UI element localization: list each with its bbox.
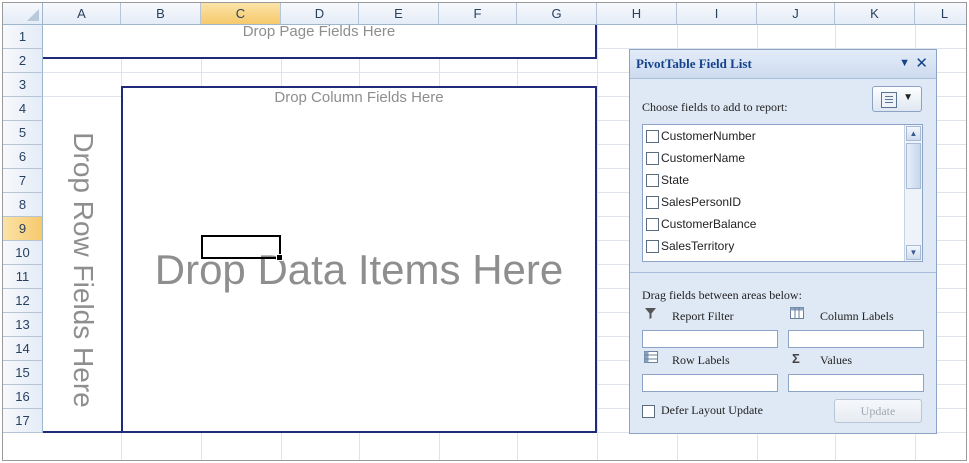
scroll-down-icon[interactable]: ▼ bbox=[906, 245, 921, 260]
drag-fields-label: Drag fields between areas below: bbox=[642, 288, 802, 302]
choose-fields-label: Choose fields to add to report: bbox=[642, 100, 788, 114]
gridline bbox=[597, 25, 598, 460]
column-header-j[interactable]: J bbox=[757, 3, 835, 25]
active-cell-c9[interactable] bbox=[201, 235, 283, 261]
spreadsheet-window: A B C D E F G H I J K L 1 2 3 4 5 6 7 8 … bbox=[2, 2, 967, 461]
field-item-state[interactable]: State bbox=[646, 171, 689, 191]
scroll-thumb[interactable] bbox=[906, 143, 921, 189]
field-label: CustomerNumber bbox=[661, 129, 756, 143]
row-header-8[interactable]: 8 bbox=[3, 193, 43, 217]
column-header-b[interactable]: B bbox=[121, 3, 201, 25]
sigma-icon: Σ bbox=[792, 351, 800, 366]
drop-data-items-zone[interactable]: Drop Data Items Here bbox=[121, 108, 597, 433]
row-header-12[interactable]: 12 bbox=[3, 289, 43, 313]
pivottable-field-list-panel: PivotTable Field List ▼ ✕ Choose fields … bbox=[629, 49, 937, 434]
column-labels-icon bbox=[790, 307, 804, 322]
row-labels-area[interactable] bbox=[642, 374, 778, 392]
column-labels-area[interactable] bbox=[788, 330, 924, 348]
row-header-11[interactable]: 11 bbox=[3, 265, 43, 289]
row-header-5[interactable]: 5 bbox=[3, 121, 43, 145]
drop-data-items-text: Drop Data Items Here bbox=[154, 246, 564, 293]
column-header-k[interactable]: K bbox=[835, 3, 915, 25]
drop-page-fields-text: Drop Page Fields Here bbox=[242, 23, 396, 40]
select-all-corner[interactable] bbox=[3, 3, 43, 25]
column-header-f[interactable]: F bbox=[439, 3, 517, 25]
column-labels-label: Column Labels bbox=[820, 309, 894, 323]
column-header-e[interactable]: E bbox=[359, 3, 439, 25]
column-header-h[interactable]: H bbox=[597, 3, 677, 25]
field-list-layout-button[interactable]: ▼ bbox=[872, 86, 922, 112]
defer-checkbox[interactable] bbox=[642, 404, 655, 418]
panel-title: PivotTable Field List bbox=[636, 56, 752, 71]
close-icon[interactable]: ✕ bbox=[915, 54, 928, 72]
row-header-9[interactable]: 9 bbox=[3, 217, 43, 241]
panel-options-dropdown-icon[interactable]: ▼ bbox=[899, 57, 910, 69]
field-checkbox[interactable] bbox=[646, 152, 659, 166]
field-item-salesterritory[interactable]: SalesTerritory bbox=[646, 237, 734, 257]
row-header-13[interactable]: 13 bbox=[3, 313, 43, 337]
row-header-7[interactable]: 7 bbox=[3, 169, 43, 193]
column-header-g[interactable]: G bbox=[517, 3, 597, 25]
drop-row-fields-zone[interactable]: Drop Row Fields Here bbox=[43, 108, 123, 433]
column-header-c[interactable]: C bbox=[201, 3, 281, 25]
field-checkbox[interactable] bbox=[646, 174, 659, 188]
column-header-i[interactable]: I bbox=[677, 3, 757, 25]
row-header-10[interactable]: 10 bbox=[3, 241, 43, 265]
field-item-customername[interactable]: CustomerName bbox=[646, 149, 745, 169]
column-header-a[interactable]: A bbox=[43, 3, 121, 25]
row-header-16[interactable]: 16 bbox=[3, 385, 43, 409]
field-item-customernumber[interactable]: CustomerNumber bbox=[646, 127, 756, 147]
row-header-15[interactable]: 15 bbox=[3, 361, 43, 385]
row-header-1[interactable]: 1 bbox=[3, 25, 43, 49]
values-label: Values bbox=[820, 353, 852, 367]
row-header-4[interactable]: 4 bbox=[3, 97, 43, 121]
report-filter-label: Report Filter bbox=[672, 309, 734, 323]
defer-label: Defer Layout Update bbox=[661, 403, 763, 417]
column-header-d[interactable]: D bbox=[281, 3, 359, 25]
drop-page-fields-zone[interactable]: Drop Page Fields Here bbox=[43, 23, 597, 59]
row-labels-label: Row Labels bbox=[672, 353, 730, 367]
field-label: SalesPersonID bbox=[661, 195, 742, 209]
field-item-customerbalance[interactable]: CustomerBalance bbox=[646, 215, 756, 235]
chevron-down-icon: ▼ bbox=[903, 92, 913, 103]
row-labels-icon bbox=[644, 351, 658, 366]
defer-layout-update[interactable]: Defer Layout Update bbox=[642, 403, 763, 418]
layout-icon bbox=[881, 92, 897, 108]
field-list-scrollbar[interactable]: ▲ ▼ bbox=[904, 125, 922, 261]
field-label: State bbox=[661, 173, 690, 187]
filter-icon bbox=[644, 307, 657, 323]
update-button[interactable]: Update bbox=[834, 399, 922, 423]
row-header-17[interactable]: 17 bbox=[3, 409, 43, 433]
panel-divider bbox=[630, 272, 936, 273]
report-filter-area[interactable] bbox=[642, 330, 778, 348]
row-header-6[interactable]: 6 bbox=[3, 145, 43, 169]
field-item-salespersonid[interactable]: SalesPersonID bbox=[646, 193, 741, 213]
row-header-2[interactable]: 2 bbox=[3, 49, 43, 73]
scroll-up-icon[interactable]: ▲ bbox=[906, 126, 921, 141]
values-area[interactable] bbox=[788, 374, 924, 392]
drop-row-fields-text: Drop Row Fields Here bbox=[68, 131, 99, 408]
drop-column-fields-zone[interactable]: Drop Column Fields Here bbox=[121, 86, 597, 110]
field-list-box: CustomerNumber CustomerName State SalesP… bbox=[642, 124, 923, 262]
field-checkbox[interactable] bbox=[646, 130, 659, 144]
field-label: CustomerName bbox=[661, 151, 746, 165]
field-checkbox[interactable] bbox=[646, 196, 659, 210]
field-checkbox[interactable] bbox=[646, 218, 659, 232]
row-header-14[interactable]: 14 bbox=[3, 337, 43, 361]
field-label: SalesTerritory bbox=[661, 239, 735, 253]
field-label: CustomerBalance bbox=[661, 217, 757, 231]
panel-title-bar[interactable]: PivotTable Field List ▼ ✕ bbox=[630, 50, 936, 79]
column-header-l[interactable]: L bbox=[915, 3, 966, 25]
field-checkbox[interactable] bbox=[646, 240, 659, 254]
row-header-3[interactable]: 3 bbox=[3, 73, 43, 97]
